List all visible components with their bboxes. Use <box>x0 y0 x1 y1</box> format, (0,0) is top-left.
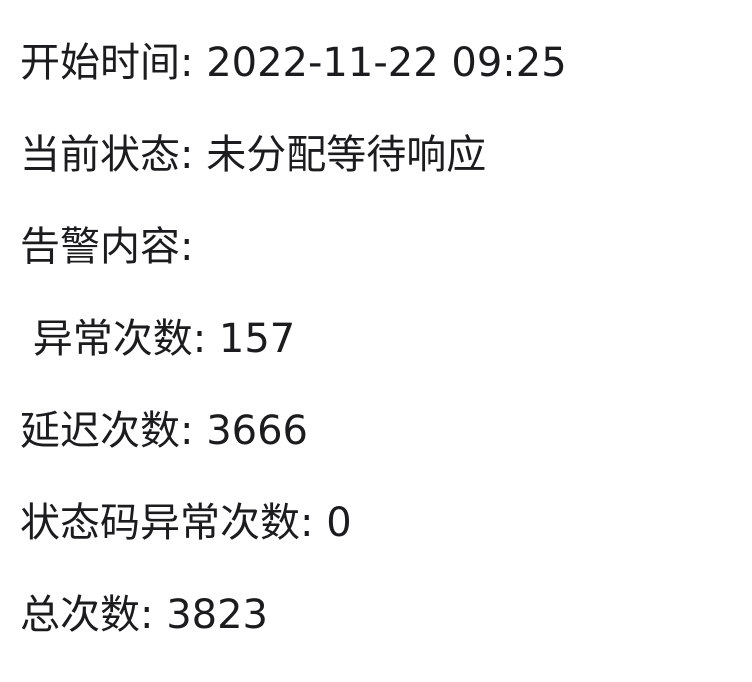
delay-count-line: 延迟次数: 3666 <box>20 408 308 454</box>
alert-message: 开始时间: 2022-11-22 09:25 当前状态: 未分配等待响应 告警内… <box>20 38 740 682</box>
alert-content-heading: 告警内容: <box>20 224 194 270</box>
error-count-line: 异常次数: 157 <box>20 316 296 362</box>
total-count-line: 总次数: 3823 <box>20 592 268 638</box>
current-status-line: 当前状态: 未分配等待响应 <box>20 132 487 178</box>
start-time-line: 开始时间: 2022-11-22 09:25 <box>20 40 567 86</box>
status-code-error-count-line: 状态码异常次数: 0 <box>20 500 352 546</box>
